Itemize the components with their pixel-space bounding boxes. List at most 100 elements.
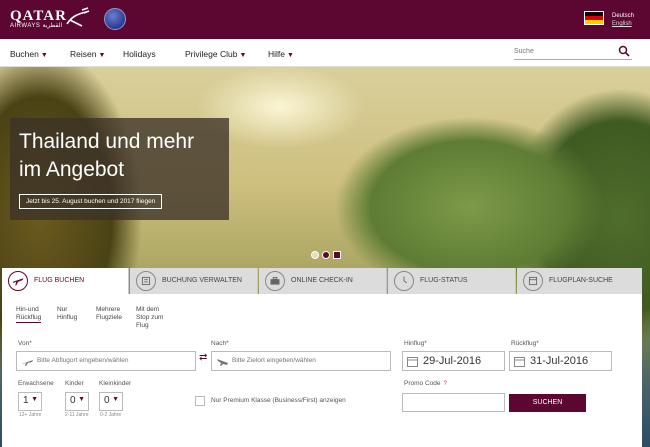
return-date-value: 31-Jul-2016 xyxy=(530,355,589,367)
trip-type-multi-city[interactable]: Mehrere Flugziele xyxy=(96,306,122,322)
search-icon[interactable] xyxy=(618,45,630,57)
main-nav: Buchen ▼ Reisen ▼ Holidays Privilege Club ▼… xyxy=(0,39,650,67)
chevron-down-icon: ▼ xyxy=(112,396,119,403)
booking-panel: Hin-und Rückflug Nur Hinflug Mehrere Flu… xyxy=(2,294,642,447)
from-field[interactable] xyxy=(16,351,196,371)
adults-label: Erwachsene xyxy=(18,380,54,387)
trip-label: Rückflug xyxy=(16,314,42,321)
nav-label: Reisen xyxy=(70,49,97,59)
depart-label: Hinflug* xyxy=(404,340,427,347)
from-label: Von* xyxy=(18,340,32,347)
depart-date-value: 29-Jul-2016 xyxy=(423,355,482,367)
chevron-down-icon: ▼ xyxy=(78,396,85,403)
calendar-icon xyxy=(514,357,525,367)
infants-label: Kleinkinder xyxy=(99,380,132,387)
search-box xyxy=(514,44,632,60)
swap-icon[interactable]: ⇄ xyxy=(199,352,210,363)
search-input[interactable] xyxy=(514,44,609,58)
children-select[interactable]: 0 ▼ xyxy=(65,392,89,411)
promo-title-line2: im Angebot xyxy=(19,158,125,181)
trip-label: Mit dem xyxy=(136,306,160,313)
from-input[interactable] xyxy=(37,357,187,364)
carousel-pause-icon[interactable] xyxy=(333,251,341,259)
nav-item-buchen[interactable]: Buchen ▼ xyxy=(10,49,48,59)
premium-only-checkbox[interactable] xyxy=(195,396,205,406)
return-date-field[interactable]: 31-Jul-2016 xyxy=(509,351,612,371)
children-label: Kinder xyxy=(65,380,84,387)
chevron-down-icon: ▼ xyxy=(287,52,294,59)
trip-label: Flugziele xyxy=(96,314,123,321)
chevron-down-icon: ▼ xyxy=(31,396,38,403)
return-label: Rückflug* xyxy=(511,340,539,347)
promo-code-text: Promo Code xyxy=(404,380,441,387)
top-bar: QATAR AIRWAYS القطرية Deutsch English xyxy=(0,0,650,39)
logo-subtext: AIRWAYS القطرية xyxy=(10,23,63,29)
promo-code-input[interactable] xyxy=(407,398,502,405)
trip-type-one-way[interactable]: Nur Hinflug xyxy=(57,306,77,322)
nav-item-privilege-club[interactable]: Privilege Club ▼ xyxy=(185,49,246,59)
promo-cta-button[interactable]: Jetzt bis 25. August buchen und 2017 fli… xyxy=(19,194,163,209)
nav-label: Holidays xyxy=(123,49,156,59)
infants-select[interactable]: 0 ▼ xyxy=(99,392,123,411)
clock-icon xyxy=(394,271,414,291)
nav-item-hilfe[interactable]: Hilfe ▼ xyxy=(268,49,294,59)
nav-label: Hilfe xyxy=(268,49,286,59)
to-input[interactable] xyxy=(232,357,382,364)
chevron-down-icon: ▼ xyxy=(98,52,106,59)
tab-flug-status[interactable]: FLUG-STATUS xyxy=(388,268,516,294)
depart-date-field[interactable]: 29-Jul-2016 xyxy=(402,351,505,371)
children-hint: 2-11 Jahre xyxy=(65,412,89,418)
trip-label: Nur xyxy=(57,306,68,313)
tab-online-check-in[interactable]: ONLINE CHECK-IN xyxy=(259,268,387,294)
language-switch: Deutsch English xyxy=(612,12,634,28)
calendar-icon xyxy=(523,271,543,291)
promo-box: Thailand und mehr im Angebot Jetzt bis 2… xyxy=(10,118,229,220)
trip-type-stopover[interactable]: Mit dem Stop zum Flug xyxy=(136,306,163,330)
premium-only-label: Nur Premium Klasse (Business/First) anze… xyxy=(211,397,346,404)
promo-title: Thailand und mehr im Angebot xyxy=(19,128,194,184)
tab-label: FLUGPLAN-SUCHE xyxy=(549,277,613,284)
tab-label: BUCHUNG VERWALTEN xyxy=(162,277,242,284)
chevron-down-icon: ▼ xyxy=(40,52,48,59)
logo-wordmark: QATAR xyxy=(10,8,67,24)
trip-label: Stop zum xyxy=(136,314,164,321)
tab-flug-buchen[interactable]: FLUG BUCHEN xyxy=(2,268,129,294)
tab-buchung-verwalten[interactable]: BUCHUNG VERWALTEN xyxy=(130,268,258,294)
qatar-airways-logo[interactable]: QATAR AIRWAYS القطرية xyxy=(10,9,67,30)
plane-icon xyxy=(8,271,28,291)
chevron-down-icon: ▼ xyxy=(239,52,247,59)
carousel-dot-active[interactable] xyxy=(322,251,330,259)
trip-type-round-trip[interactable]: Hin-und Rückflug xyxy=(16,306,42,323)
departure-plane-icon xyxy=(22,360,33,366)
infants-value: 0 xyxy=(104,395,110,406)
promo-code-field[interactable] xyxy=(402,393,505,412)
adults-hint: 12+ Jahre xyxy=(19,412,42,418)
carousel-dot[interactable] xyxy=(311,251,319,259)
trip-label: Hin-und xyxy=(16,306,39,313)
search-submit-button[interactable]: SUCHEN xyxy=(509,394,586,412)
booking-tabs: FLUG BUCHEN BUCHUNG VERWALTEN ONLINE CHE… xyxy=(2,268,642,294)
help-icon[interactable]: ? xyxy=(444,381,447,387)
tab-label: ONLINE CHECK-IN xyxy=(291,277,353,284)
adults-value: 1 xyxy=(23,395,29,406)
nav-item-holidays[interactable]: Holidays xyxy=(123,49,156,59)
german-flag-icon[interactable] xyxy=(584,11,604,25)
to-field[interactable] xyxy=(211,351,391,371)
tab-label: FLUG BUCHEN xyxy=(34,277,85,284)
oryx-logo-icon xyxy=(66,7,90,27)
suitcase-icon xyxy=(265,271,285,291)
tab-flugplan-suche[interactable]: FLUGPLAN-SUCHE xyxy=(517,268,642,294)
promo-title-line1: Thailand und mehr xyxy=(19,130,195,153)
adults-select[interactable]: 1 ▼ xyxy=(18,392,42,411)
trip-label: Mehrere xyxy=(96,306,121,313)
tab-label: FLUG-STATUS xyxy=(420,277,468,284)
promo-code-label: Promo Code? xyxy=(404,380,447,387)
nav-item-reisen[interactable]: Reisen ▼ xyxy=(70,49,105,59)
nav-label: Buchen xyxy=(10,49,39,59)
language-english-link[interactable]: English xyxy=(612,20,634,28)
to-label: Nach* xyxy=(211,340,229,347)
nav-label: Privilege Club xyxy=(185,49,238,59)
children-value: 0 xyxy=(70,395,76,406)
calendar-icon xyxy=(407,357,418,367)
carousel-dots xyxy=(311,251,344,261)
